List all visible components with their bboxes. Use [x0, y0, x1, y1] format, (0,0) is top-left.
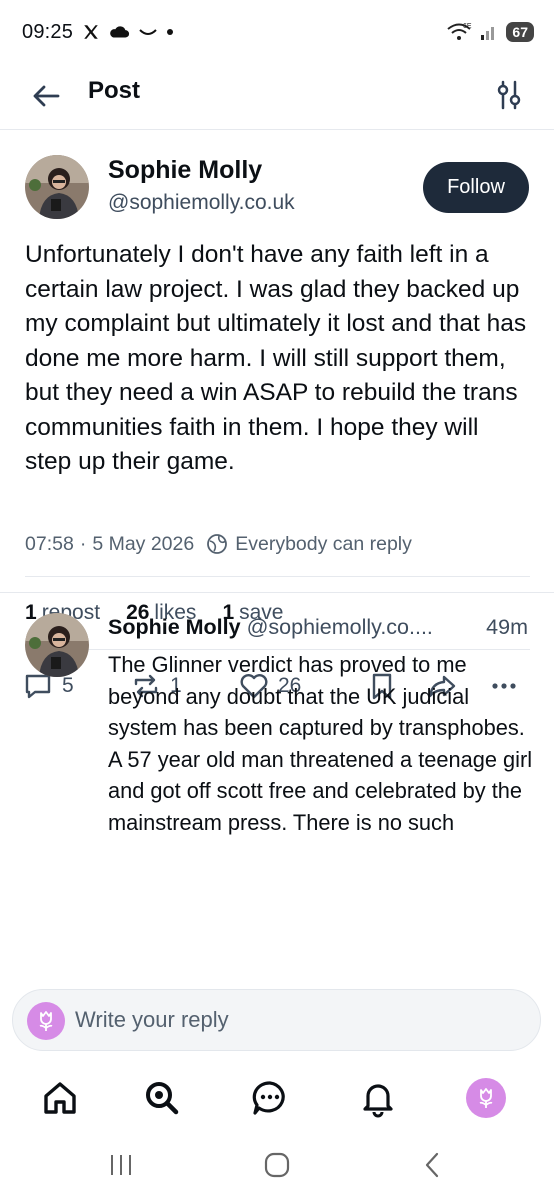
reply-composer[interactable]: Write your reply: [12, 989, 541, 1051]
bottom-nav: [0, 1058, 554, 1134]
battery-indicator: 67: [506, 22, 534, 42]
post-time: 07:58: [25, 532, 74, 555]
system-nav-bar: [0, 1134, 554, 1200]
bell-icon: [363, 1084, 393, 1118]
follow-button[interactable]: Follow: [423, 162, 529, 213]
post-meta: 07:58 · 5 May 2026 Everybody can reply: [25, 530, 412, 558]
home-button-icon[interactable]: [262, 1150, 292, 1180]
avatar-photo: [25, 155, 89, 219]
cloud-icon: [110, 26, 130, 38]
reply-input[interactable]: Write your reply: [75, 1007, 229, 1033]
system-back-icon[interactable]: [418, 1150, 448, 1180]
status-time: 09:25: [22, 21, 74, 43]
reply-author-handle[interactable]: @sophiemolly.co....: [247, 615, 433, 639]
reply-author-avatar[interactable]: [25, 613, 89, 677]
svg-text:6E: 6E: [463, 23, 472, 30]
smile-icon: [139, 29, 157, 35]
signal-icon: [481, 27, 495, 40]
page-title: Post: [88, 77, 141, 104]
status-notification-icons: [82, 20, 174, 44]
avatar-photo: [25, 613, 89, 677]
author-name[interactable]: Sophie Molly: [108, 156, 262, 185]
flower-icon: [39, 1011, 53, 1031]
nav-chat[interactable]: [248, 1076, 292, 1120]
reply-post[interactable]: Sophie Molly @sophiemolly.co.... 49m The…: [0, 593, 554, 993]
sliders-icon[interactable]: [494, 78, 524, 112]
reply-header: Sophie Molly @sophiemolly.co....: [108, 615, 433, 640]
nav-notifications[interactable]: [356, 1076, 400, 1120]
reply-time: 49m: [486, 615, 528, 639]
nav-home[interactable]: [38, 1076, 82, 1120]
chat-bubble-icon: [252, 1081, 285, 1115]
my-avatar: [27, 1002, 65, 1040]
x-logo-icon: [84, 25, 98, 39]
post-text: Unfortunately I don't have any faith lef…: [25, 241, 527, 475]
profile-avatar: [466, 1078, 506, 1118]
back-arrow-icon[interactable]: [28, 78, 64, 114]
divider: [25, 576, 530, 577]
search-icon: [146, 1082, 179, 1115]
home-icon: [44, 1082, 76, 1114]
flower-icon: [479, 1088, 493, 1108]
status-system-icons: 6E 67: [446, 20, 534, 44]
nav-search[interactable]: [140, 1076, 184, 1120]
author-handle[interactable]: @sophiemolly.co.uk: [108, 191, 295, 215]
status-bar: 09:25 6E 67: [0, 0, 554, 64]
reply-author-name[interactable]: Sophie Molly: [108, 615, 241, 639]
reply-setting[interactable]: Everybody can reply: [235, 533, 412, 556]
globe-icon: [207, 534, 228, 554]
author-avatar[interactable]: [25, 155, 89, 219]
meta-separator: ·: [79, 532, 87, 555]
post-date: 5 May 2026: [92, 532, 195, 555]
wifi-icon: 6E: [447, 23, 472, 40]
app-header: Post: [0, 64, 554, 130]
recent-apps-icon[interactable]: [106, 1150, 136, 1180]
reply-text: The Glinner verdict has proved to me bey…: [108, 652, 533, 835]
dot-icon: [167, 29, 173, 35]
nav-profile[interactable]: [464, 1076, 508, 1120]
